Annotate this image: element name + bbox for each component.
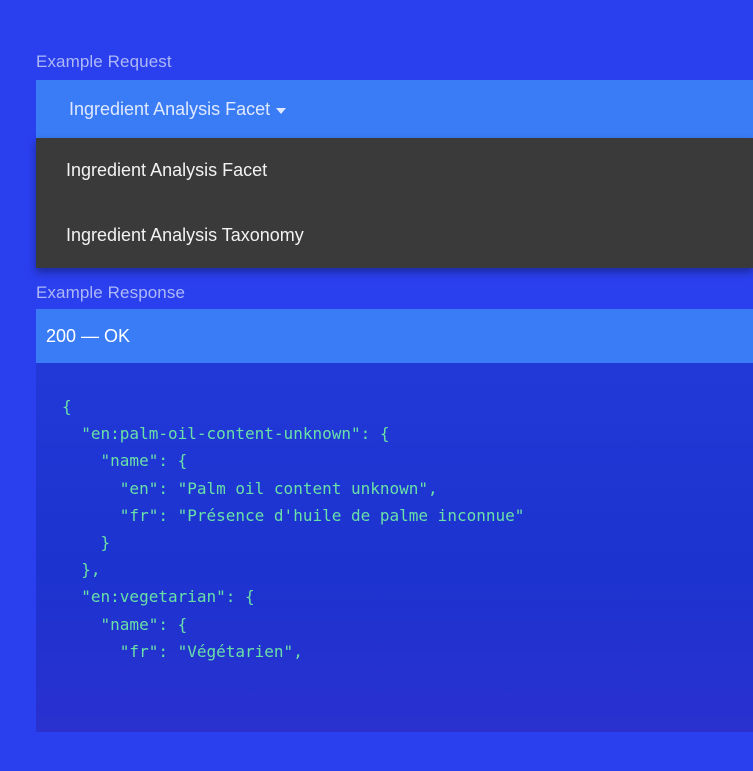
request-type-select[interactable]: Ingredient Analysis Facet <box>36 80 753 138</box>
request-type-selected-value: Ingredient Analysis Facet <box>69 98 271 119</box>
example-request-label: Example Request <box>36 52 172 71</box>
code-line: "en:palm-oil-content-unknown": { <box>62 424 390 444</box>
code-line: }, <box>62 560 101 580</box>
code-line: "en:vegetarian": { <box>62 587 255 607</box>
menu-item-ingredient-analysis-facet[interactable]: Ingredient Analysis Facet <box>36 138 753 203</box>
code-line: "name": { <box>62 614 188 634</box>
caret-down-icon <box>276 107 287 114</box>
response-status-text: 200 — OK <box>46 325 131 346</box>
code-line: "fr": "Présence d'huile de palme inconnu… <box>62 505 525 525</box>
response-code-panel[interactable]: { "en:palm-oil-content-unknown": { "name… <box>36 363 753 732</box>
menu-item-ingredient-analysis-taxonomy[interactable]: Ingredient Analysis Taxonomy <box>36 203 753 268</box>
code-line: "en": "Palm oil content unknown", <box>62 478 438 498</box>
example-response-label: Example Response <box>36 283 186 302</box>
request-type-dropdown-menu: Ingredient Analysis Facet Ingredient Ana… <box>36 138 753 268</box>
response-status-bar: 200 — OK <box>36 309 753 363</box>
code-line: { <box>62 397 72 416</box>
code-line: "name": { <box>62 451 188 471</box>
code-line: "fr": "Végétarien", <box>62 641 303 661</box>
code-line: } <box>62 533 111 553</box>
response-json-code: { "en:palm-oil-content-unknown": { "name… <box>36 363 753 665</box>
